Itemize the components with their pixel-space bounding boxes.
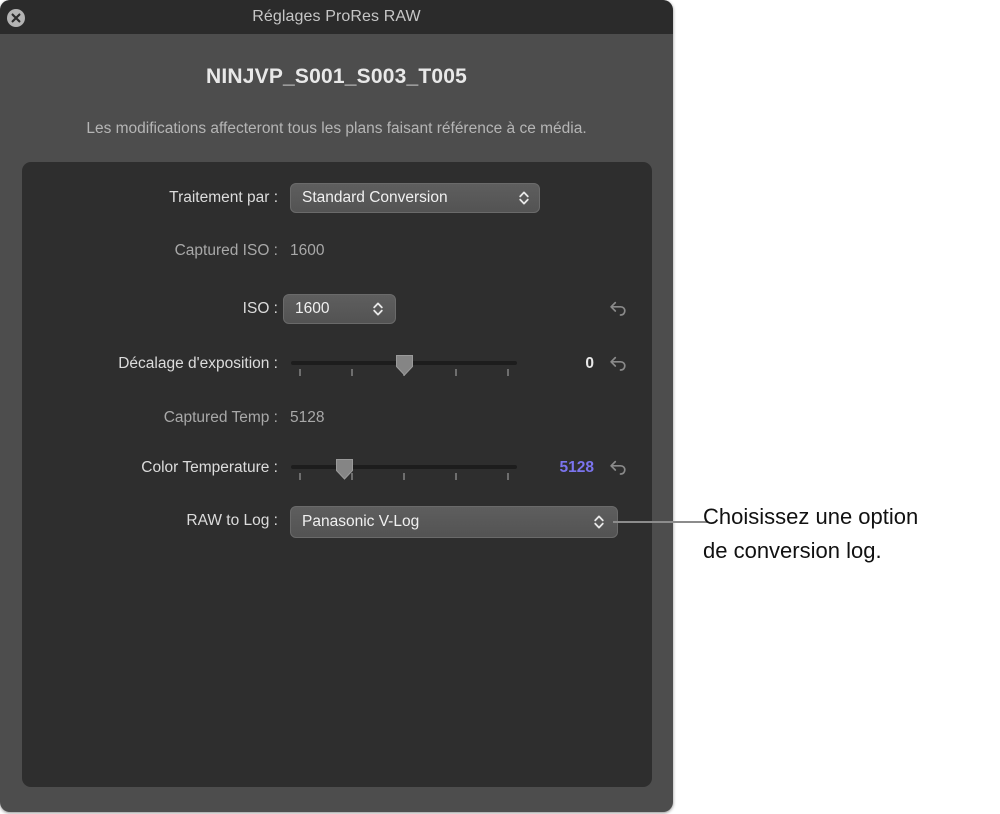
- slider-thumb[interactable]: [335, 458, 354, 480]
- raw-to-log-popup-value: Panasonic V-Log: [302, 513, 420, 530]
- row-exposure-offset: Décalage d'exposition : 0: [22, 349, 652, 379]
- captured-iso-value: 1600: [290, 242, 325, 259]
- window-title: Réglages ProRes RAW: [252, 8, 421, 25]
- annotation-line-1: Choisissez une option: [703, 504, 919, 529]
- chevron-up-down-icon: [593, 513, 605, 531]
- processing-label: Traitement par :: [169, 189, 278, 206]
- exposure-offset-label: Décalage d'exposition :: [118, 355, 278, 372]
- color-temperature-slider[interactable]: [291, 453, 517, 483]
- processing-popup-value: Standard Conversion: [302, 189, 448, 206]
- row-raw-to-log: RAW to Log : Panasonic V-Log: [22, 506, 652, 538]
- annotation-text: Choisissez une option de conversion log.: [703, 500, 995, 568]
- exposure-offset-reset-button[interactable]: [606, 353, 628, 375]
- slider-tick: [455, 473, 457, 480]
- row-color-temperature: Color Temperature : 5128: [22, 453, 652, 483]
- slider-tick: [299, 473, 301, 480]
- raw-to-log-label: RAW to Log :: [186, 512, 278, 529]
- slider-tick: [455, 369, 457, 376]
- chevron-up-down-icon: [518, 189, 530, 207]
- slider-tick: [507, 369, 509, 376]
- color-temperature-reset-button[interactable]: [606, 457, 628, 479]
- annotation-leader-line: [613, 521, 707, 523]
- iso-popup-value: 1600: [295, 300, 330, 317]
- processing-popup-button[interactable]: Standard Conversion: [290, 183, 540, 213]
- captured-temp-value: 5128: [290, 409, 325, 426]
- slider-track: [291, 465, 517, 469]
- row-iso: ISO : 1600: [22, 294, 652, 324]
- slider-tick: [299, 369, 301, 376]
- slider-tick: [351, 369, 353, 376]
- slider-tick: [403, 473, 405, 480]
- slider-tick: [507, 473, 509, 480]
- captured-temp-label: Captured Temp :: [163, 409, 278, 426]
- exposure-offset-slider[interactable]: [291, 349, 517, 379]
- color-temperature-label: Color Temperature :: [141, 459, 278, 476]
- color-temperature-value: 5128: [559, 459, 594, 476]
- settings-panel: Traitement par : Standard Conversion Cap…: [22, 162, 652, 787]
- prores-raw-settings-window: Réglages ProRes RAW NINJVP_S001_S003_T00…: [0, 0, 673, 812]
- annotation-line-2: de conversion log.: [703, 538, 882, 563]
- row-captured-temp: Captured Temp : 5128: [22, 403, 652, 433]
- iso-reset-button[interactable]: [606, 298, 628, 320]
- clip-name: NINJVP_S001_S003_T005: [205, 65, 468, 88]
- chevron-up-down-icon: [372, 300, 384, 318]
- row-processing: Traitement par : Standard Conversion: [22, 183, 652, 213]
- media-notice: Les modifications affecteront tous les p…: [86, 120, 587, 137]
- row-captured-iso: Captured ISO : 1600: [22, 236, 652, 266]
- raw-to-log-popup-button[interactable]: Panasonic V-Log: [290, 506, 618, 538]
- window-titlebar: Réglages ProRes RAW: [0, 0, 673, 34]
- slider-thumb[interactable]: [395, 354, 414, 376]
- iso-popup-button[interactable]: 1600: [283, 294, 396, 324]
- captured-iso-label: Captured ISO :: [174, 242, 278, 259]
- exposure-offset-value: 0: [585, 355, 594, 372]
- iso-label: ISO :: [242, 300, 278, 317]
